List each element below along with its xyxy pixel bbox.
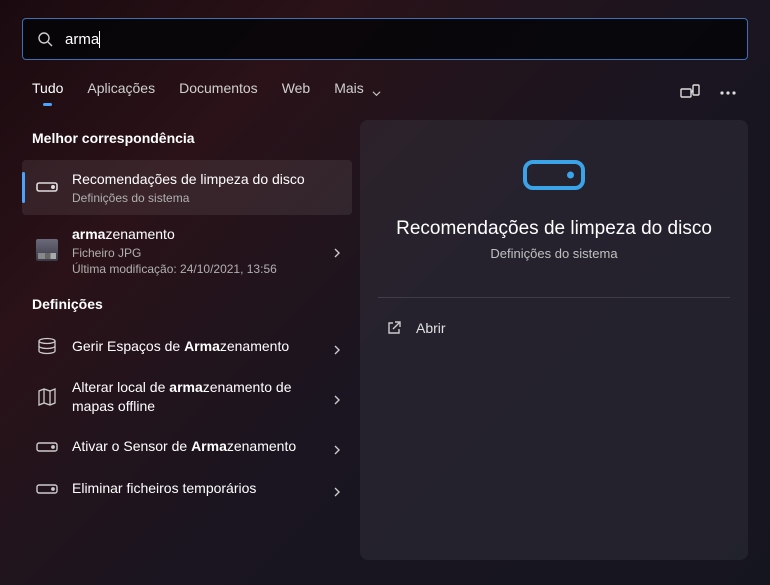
result-title: Ativar o Sensor de Armazenamento [72,437,324,456]
detail-app-icon [378,160,730,190]
drive-icon [36,436,58,458]
chevron-right-icon [332,442,342,452]
tab-all[interactable]: Tudo [32,80,63,106]
chevron-right-icon [332,342,342,352]
drive-icon [36,176,58,198]
result-title: Eliminar ficheiros temporários [72,479,324,498]
section-best-match: Melhor correspondência [32,130,352,146]
action-label: Abrir [416,320,446,336]
tab-web[interactable]: Web [282,80,311,106]
divider [378,297,730,298]
result-change-maps-storage[interactable]: Alterar local de armazenamento de mapas … [22,368,352,426]
result-subtitle: Ficheiro JPG [72,246,324,260]
chevron-right-icon [332,245,342,255]
result-file-armazenamento[interactable]: armazenamento Ficheiro JPG Última modifi… [22,215,352,286]
detail-title: Recomendações de limpeza do disco [378,218,730,240]
detail-subtitle: Definições do sistema [378,246,730,261]
search-icon [37,31,53,47]
result-disk-cleanup[interactable]: Recomendações de limpeza do disco Defini… [22,160,352,215]
chevron-right-icon [332,392,342,402]
detail-panel: Recomendações de limpeza do disco Defini… [360,120,748,560]
action-open[interactable]: Abrir [378,314,730,342]
result-storage-sense[interactable]: Ativar o Sensor de Armazenamento [22,426,352,468]
stack-icon [36,336,58,358]
result-title: Alterar local de armazenamento de mapas … [72,378,324,416]
result-title: Recomendações de limpeza do disco [72,170,342,189]
result-subtitle: Definições do sistema [72,191,342,205]
text-cursor [99,31,100,48]
result-title: Gerir Espaços de Armazenamento [72,337,324,356]
results-column: Melhor correspondência Recomendações de … [22,120,352,560]
open-external-icon [386,320,402,336]
section-settings: Definições [32,296,352,312]
search-box[interactable]: arma [22,18,748,60]
search-query-text: arma [65,31,99,48]
tab-documents[interactable]: Documentos [179,80,258,106]
more-options-icon[interactable] [718,83,738,103]
result-manage-storage-spaces[interactable]: Gerir Espaços de Armazenamento [22,326,352,368]
map-icon [36,386,58,408]
filter-tabs: Tudo Aplicações Documentos Web Mais [22,80,748,106]
jpg-file-icon [36,239,58,261]
tab-more[interactable]: Mais [334,80,380,106]
result-title: armazenamento [72,225,324,244]
result-meta: Última modificação: 24/10/2021, 13:56 [72,262,324,276]
connect-device-icon[interactable] [680,83,700,103]
result-delete-temp-files[interactable]: Eliminar ficheiros temporários [22,468,352,510]
chevron-down-icon [372,85,381,94]
chevron-right-icon [332,484,342,494]
drive-icon [36,478,58,500]
tab-apps[interactable]: Aplicações [87,80,155,106]
